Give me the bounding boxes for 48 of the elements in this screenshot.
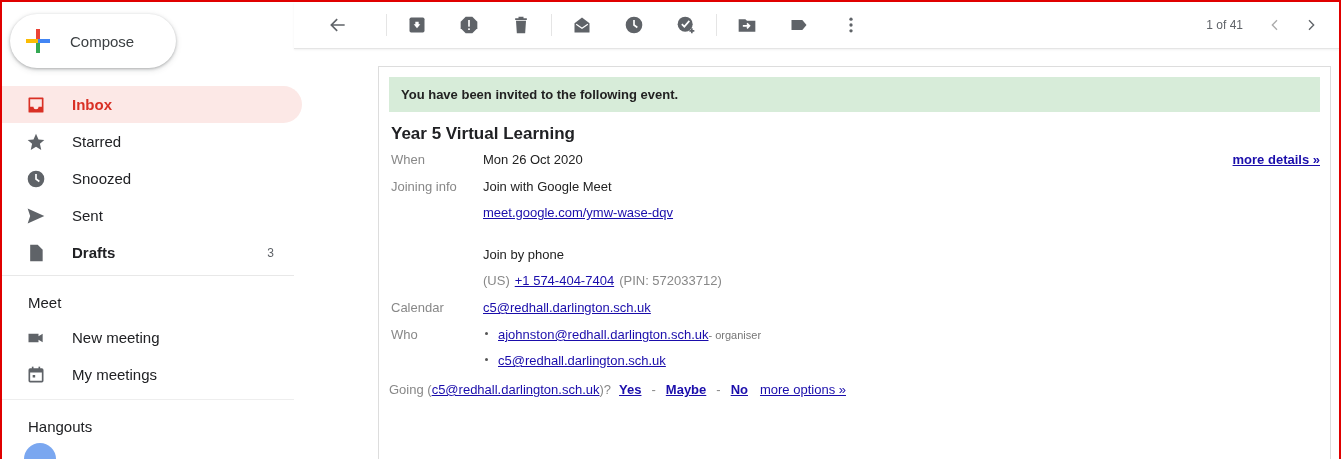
phone-link[interactable]: +1 574-404-7404 [514,273,615,288]
section-heading: Hangouts [27,417,94,437]
field-label: Who [391,327,419,342]
clock-icon[interactable] [624,15,644,35]
sidebar-item[interactable]: Sent [2,197,302,234]
sidebar-item[interactable]: Drafts 3 [2,234,302,271]
event-title: Year 5 Virtual Learning [391,124,576,144]
guest-role: - organiser [708,329,762,341]
sidebar-item[interactable]: Inbox [2,86,302,123]
envelope-icon[interactable] [572,15,592,35]
country-code: (US) [483,273,510,288]
guest-email-link[interactable]: ajohnston@redhall.darlington.sch.uk [498,327,709,342]
bullet-icon [485,357,488,361]
field-label: Joining info [391,179,458,194]
calendar-link[interactable]: c5@redhall.darlington.sch.uk [483,300,651,315]
page-counter: 1 of 41 [1206,18,1243,32]
more-details-link[interactable]: more details » [1232,152,1320,167]
section-heading: Meet [27,293,63,313]
phone-heading: Join by phone [483,247,564,262]
going-email-link[interactable]: c5@redhall.darlington.sch.uk [431,382,600,397]
bullet-icon [485,331,488,335]
going-label: )? [599,382,612,397]
meet-item[interactable]: My meetings [2,356,302,393]
guest-email-link[interactable]: c5@redhall.darlington.sch.uk [498,353,666,368]
plus-icon [24,27,52,55]
separator-text: - [716,382,721,397]
field-label: Calendar [391,300,445,315]
add-task-icon[interactable] [676,15,696,35]
meet-text: Join with Google Meet [483,179,612,194]
clock-icon [26,168,46,189]
field-label: When [391,152,426,167]
compose-button[interactable]: Compose [10,14,176,68]
more-options-link[interactable]: more options » [760,382,846,397]
archive-icon[interactable] [407,15,427,35]
calendar-icon [26,364,46,385]
meet-link[interactable]: meet.google.com/ymw-wase-dqv [483,205,674,220]
separator-text: - [651,382,656,397]
meet-item[interactable]: New meeting [2,319,302,356]
sidebar-item[interactable]: Snoozed [2,160,302,197]
sidebar-item[interactable]: Starred [2,123,302,160]
rsvp-link[interactable]: Yes [619,382,642,397]
pin-text: (PIN: 572033712) [619,273,722,288]
rsvp-link[interactable]: No [730,382,748,397]
rsvp-link[interactable]: Maybe [665,382,707,397]
going-label: Going ( [389,382,432,397]
invitation-banner: You have been invited to the following event. [389,77,1320,112]
event-date: Mon 26 Oct 2020 [483,152,583,167]
report-spam-icon[interactable] [459,15,479,35]
